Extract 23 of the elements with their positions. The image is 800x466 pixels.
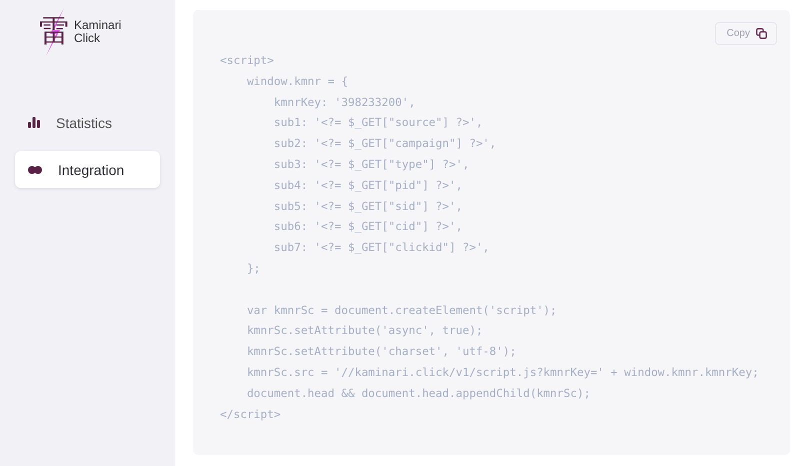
logo-text: Click [74,32,101,45]
code-line: sub7: '<?= $_GET["clickid"] ?>', [272,240,490,256]
bar-chart-icon [28,117,40,128]
code-line: document.head && document.head.appendChild(kmnrSc); [246,386,590,402]
logo-text: Kaminari [74,19,122,32]
code-line: </script> [220,406,281,423]
code-line: window.kmnr = { [246,74,348,90]
code-line: sub2: '<?= $_GET["campaign"] ?>', [272,136,496,152]
code-line: kmnrSc.setAttribute('async', true); [246,323,483,340]
sidebar-item[interactable]: Integration [15,151,160,188]
code-line: sub1: '<?= $_GET["source"] ?>', [272,115,483,132]
code-line: sub6: '<?= $_GET["cid"] ?>', [272,219,462,236]
code-line: sub4: '<?= $_GET["pid"] ?>', [272,178,462,194]
code-line: var kmnrSc = document.createElement('script'); [246,302,557,319]
sidebar-item[interactable]: Statistics [15,104,160,141]
code-line: }; [246,260,260,277]
code-line: kmnrKey: '398233200', [272,94,416,111]
code-line: kmnrSc.setAttribute('charset', 'utf-8'); [246,344,516,360]
code-line: <script> [220,53,274,69]
code-line: sub5: '<?= $_GET["sid"] ?>', [272,198,462,215]
copy-icon [756,28,767,39]
code-line: sub3: '<?= $_GET["type"] ?>', [272,156,470,173]
code-line: kmnrSc.src = '//kaminari.click/v1/script.js?kmnrKey=' + window.kmnr.kmnrKey; [246,364,759,381]
